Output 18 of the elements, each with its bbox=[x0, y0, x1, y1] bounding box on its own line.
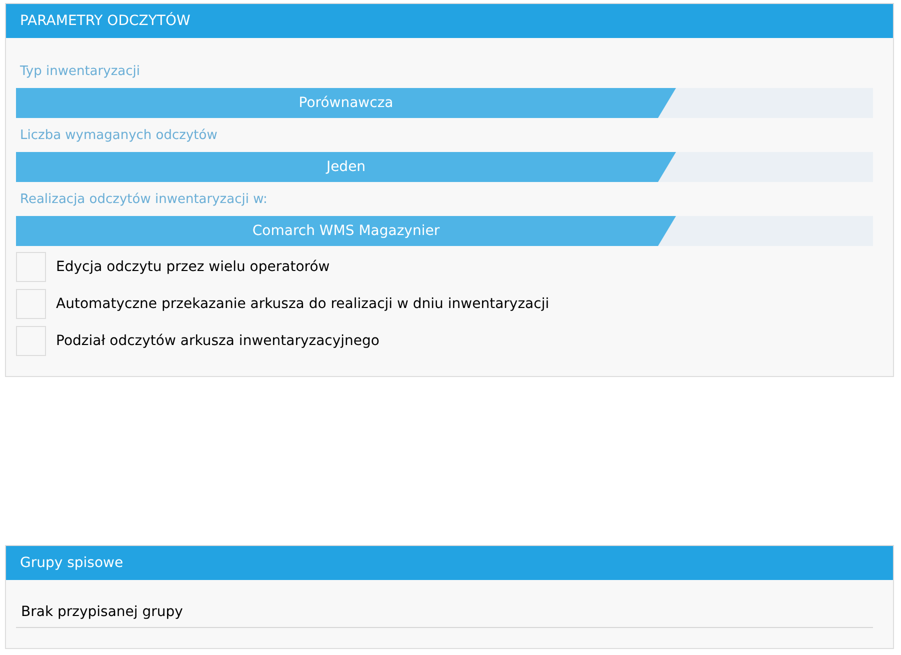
selector-value: Jeden bbox=[16, 152, 676, 182]
checkbox[interactable] bbox=[16, 252, 46, 282]
checkbox[interactable] bbox=[16, 289, 46, 319]
checkbox-label: Automatyczne przekazanie arkusza do realizacji w dniu inwentaryzacji bbox=[56, 294, 550, 314]
panel-title: PARAMETRY ODCZYTÓW bbox=[20, 11, 190, 30]
selector-field[interactable]: Porównawcza bbox=[16, 88, 873, 118]
checkbox-label: Edycja odczytu przez wielu operatorów bbox=[56, 258, 330, 276]
field-label: Typ inwentaryzacji bbox=[19, 63, 141, 81]
selector-field[interactable]: Comarch WMS Magazynier bbox=[16, 216, 873, 246]
field-label: Liczba wymaganych odczytów bbox=[19, 127, 218, 145]
selector-value: Porównawcza bbox=[16, 88, 676, 118]
panel-title: Grupy spisowe bbox=[20, 554, 124, 572]
field-label: Realizacja odczytów inwentaryzacji w: bbox=[19, 191, 268, 209]
selector-field[interactable]: Jeden bbox=[16, 152, 873, 182]
selector-value: Comarch WMS Magazynier bbox=[16, 216, 676, 246]
group-field[interactable]: Brak przypisanej grupy bbox=[16, 602, 873, 628]
checkbox-label: Podział odczytów arkusza inwentaryzacyjnego bbox=[56, 332, 380, 350]
checkbox[interactable] bbox=[16, 326, 46, 356]
